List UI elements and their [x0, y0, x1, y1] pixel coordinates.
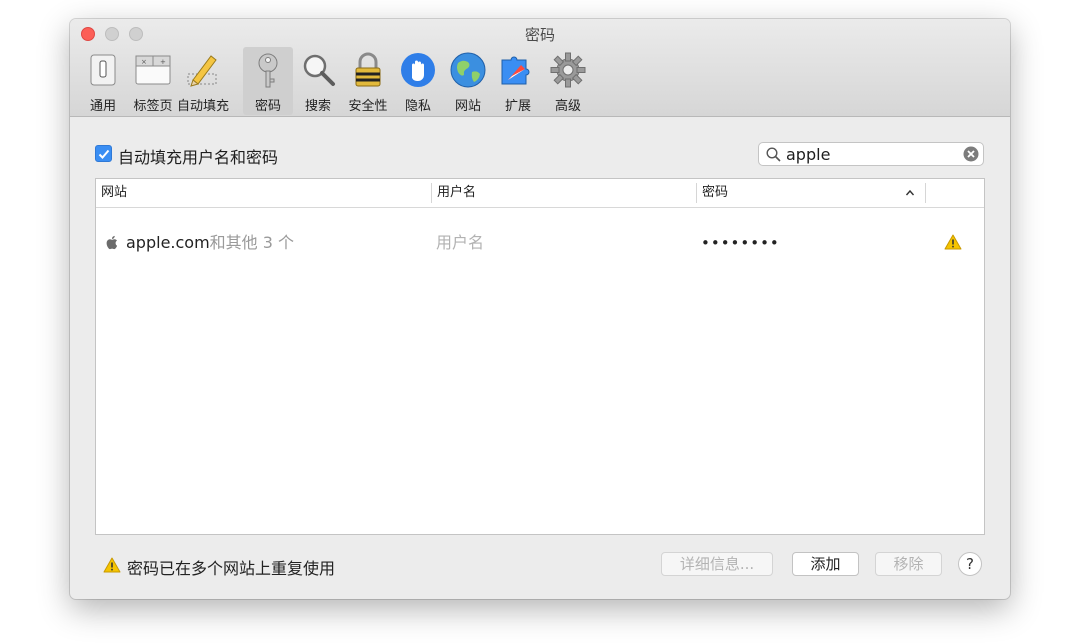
gear-icon [550, 52, 586, 88]
add-button[interactable]: 添加 [792, 552, 859, 576]
globe-icon [450, 52, 486, 88]
title-bar: 密码 通用 × + 标签页 自动填充 密码 搜索 安全性 隐私 网站 扩展 高级 [70, 19, 1010, 117]
passwords-pane: 自动填充用户名和密码 网站 用户名 密码 apple.com和其他 3 个 用户… [70, 117, 1010, 599]
column-header-password[interactable]: 密码 [702, 179, 728, 207]
table-header: 网站 用户名 密码 [96, 179, 984, 208]
remove-button[interactable]: 移除 [875, 552, 942, 576]
column-header-website[interactable]: 网站 [101, 179, 127, 207]
tab-advanced-label: 高级 [554, 99, 581, 114]
password-cell: •••••••• [701, 234, 780, 252]
site-name: apple.com [126, 233, 210, 252]
help-button[interactable]: ? [958, 552, 982, 576]
search-icon [766, 147, 781, 162]
column-separator [925, 183, 926, 203]
key-icon [250, 52, 286, 88]
checkmark-icon [98, 149, 110, 159]
puzzle-compass-icon [500, 52, 536, 88]
site-cell: apple.com和其他 3 个 [126, 231, 294, 255]
column-header-username[interactable]: 用户名 [437, 179, 476, 207]
preferences-window: 密码 通用 × + 标签页 自动填充 密码 搜索 安全性 隐私 网站 扩展 高级… [70, 19, 1010, 599]
svg-text:+: + [160, 58, 166, 66]
passwords-table: 网站 用户名 密码 apple.com和其他 3 个 用户名 •••••••• [95, 178, 985, 535]
site-extra-count: 和其他 3 个 [209, 233, 295, 252]
general-switch-icon [85, 52, 121, 88]
svg-text:×: × [141, 58, 147, 66]
tabs-icon: × + [135, 52, 171, 88]
search-input[interactable] [786, 144, 956, 164]
username-cell: 用户名 [436, 233, 485, 252]
search-field[interactable] [758, 142, 984, 166]
magnifier-icon [300, 52, 336, 88]
tab-advanced[interactable]: 高级 [543, 47, 593, 115]
reused-password-message: 密码已在多个网站上重复使用 [127, 559, 336, 578]
window-title: 密码 [524, 26, 555, 44]
autofill-label: 自动填充用户名和密码 [118, 148, 279, 167]
sort-ascending-icon [905, 189, 915, 196]
column-separator [431, 183, 432, 203]
footer-bar: 密码已在多个网站上重复使用 详细信息... 添加 移除 ? [70, 545, 1010, 585]
details-button[interactable]: 详细信息... [661, 552, 773, 576]
column-separator [696, 183, 697, 203]
warning-icon [103, 557, 121, 573]
lock-icon [350, 52, 386, 88]
tab-autofill-label: 自动填充 [176, 99, 229, 114]
warning-icon[interactable] [944, 234, 962, 250]
apple-logo-icon [106, 235, 118, 250]
pencil-icon [185, 52, 221, 88]
hand-icon [400, 52, 436, 88]
tab-autofill[interactable]: 自动填充 [177, 47, 229, 115]
clear-search-icon[interactable] [963, 146, 979, 162]
table-row[interactable]: apple.com和其他 3 个 用户名 •••••••• [96, 231, 984, 255]
autofill-checkbox[interactable] [95, 145, 112, 162]
